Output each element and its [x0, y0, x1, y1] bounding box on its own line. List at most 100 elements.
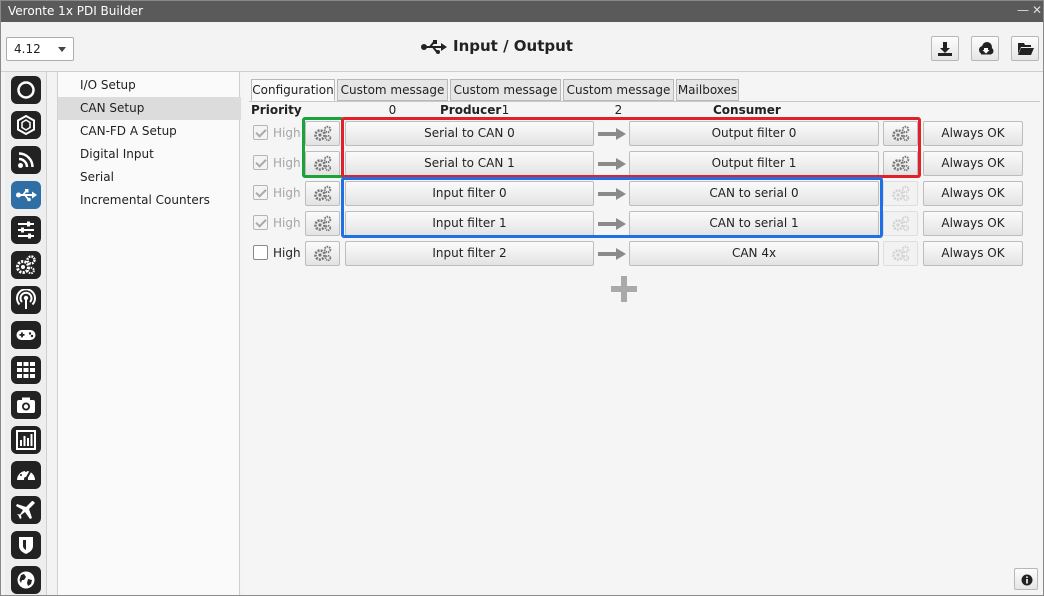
sidebar-button-gamepad[interactable]: [11, 321, 41, 349]
priority-checkbox[interactable]: [253, 125, 268, 140]
gear-icon: [892, 155, 910, 172]
menu-item-io-setup[interactable]: I/O Setup: [58, 74, 241, 97]
add-connection-button[interactable]: [611, 276, 637, 302]
gauge-icon: [17, 470, 35, 481]
sidebar-button-rss[interactable]: [11, 146, 41, 174]
tab-custom-message-2[interactable]: Custom message 2: [563, 79, 674, 117]
main-content: Configuration Custom message 0 Custom me…: [244, 72, 1043, 595]
hexagon-icon: [17, 114, 35, 136]
cloud-download-icon: [979, 42, 994, 55]
download-button[interactable]: [931, 36, 959, 61]
sidebar-button-settings[interactable]: [11, 251, 41, 279]
menu-item-can-fd-a-setup[interactable]: CAN-FD A Setup: [58, 120, 241, 143]
status-button[interactable]: Always OK: [923, 121, 1023, 146]
status-button[interactable]: Always OK: [923, 181, 1023, 206]
menu-item-serial[interactable]: Serial: [58, 166, 241, 189]
close-icon[interactable]: ✕: [1032, 3, 1042, 17]
status-button[interactable]: Always OK: [923, 151, 1023, 176]
sidebar-button-hexagon[interactable]: [11, 111, 41, 139]
arrow-right-icon: [598, 218, 626, 230]
status-button[interactable]: Always OK: [923, 211, 1023, 236]
producer-button[interactable]: Serial to CAN 1: [345, 151, 594, 176]
sidebar-button-grid[interactable]: [11, 356, 41, 384]
gear-icon: [892, 215, 910, 232]
sidebar-button-shield[interactable]: [11, 531, 41, 559]
gear-icon: [314, 215, 332, 232]
sidebar-button-gauge[interactable]: [11, 461, 41, 489]
consumer-button[interactable]: Output filter 0: [629, 121, 879, 146]
rss-icon: [18, 152, 34, 168]
producer-button[interactable]: Serial to CAN 0: [345, 121, 594, 146]
plane-icon: [16, 501, 35, 519]
consumer-button[interactable]: CAN 4x: [629, 241, 879, 266]
usb-icon: [421, 39, 447, 54]
minimize-icon[interactable]: —: [1017, 3, 1029, 17]
priority-checkbox[interactable]: [253, 185, 268, 200]
arrow-right-icon: [598, 248, 626, 260]
consumer-settings-button[interactable]: [883, 181, 918, 206]
cloud-download-button[interactable]: [971, 36, 999, 61]
producer-settings-button[interactable]: [305, 211, 340, 236]
gamepad-icon: [16, 330, 36, 340]
arrow-right-icon: [598, 188, 626, 200]
page-title: Input / Output: [421, 37, 573, 55]
sidebar-button-plane[interactable]: [11, 496, 41, 524]
sidebar-button-globe[interactable]: [11, 566, 41, 594]
grid-icon: [17, 362, 35, 378]
producer-settings-button[interactable]: [305, 151, 340, 176]
toolbar: 4.12 Input / Output: [1, 22, 1043, 72]
tab-mailboxes[interactable]: Mailboxes: [676, 79, 739, 101]
consumer-button[interactable]: Output filter 1: [629, 151, 879, 176]
gear-icon: [314, 185, 332, 202]
tab-custom-message-1[interactable]: Custom message 1: [450, 79, 561, 117]
consumer-button[interactable]: CAN to serial 1: [629, 211, 879, 236]
arrow-right-icon: [598, 128, 626, 140]
chart-icon: [16, 430, 36, 450]
priority-label: High: [273, 156, 301, 170]
priority-checkbox[interactable]: [253, 245, 268, 260]
menu-item-can-setup[interactable]: CAN Setup: [58, 97, 241, 120]
consumer-button[interactable]: CAN to serial 0: [629, 181, 879, 206]
globe-icon: [17, 571, 35, 589]
consumer-settings-button[interactable]: [883, 151, 918, 176]
status-button[interactable]: Always OK: [923, 241, 1023, 266]
sidebar-button-chart[interactable]: [11, 426, 41, 454]
consumer-header: Consumer: [713, 103, 781, 117]
download-icon: [938, 42, 952, 56]
info-button[interactable]: [1014, 568, 1038, 590]
sidebar-button-input-output[interactable]: [11, 181, 41, 209]
sidebar-button-antenna[interactable]: [11, 286, 41, 314]
producer-button[interactable]: Input filter 1: [345, 211, 594, 236]
priority-label: High: [273, 246, 301, 260]
menu-item-digital-input[interactable]: Digital Input: [58, 143, 241, 166]
gear-icon: [314, 155, 332, 172]
producer-settings-button[interactable]: [305, 181, 340, 206]
antenna-icon: [16, 289, 36, 309]
consumer-settings-button[interactable]: [883, 211, 918, 236]
priority-header: Priority: [251, 103, 302, 117]
priority-checkbox[interactable]: [253, 155, 268, 170]
info-icon: [1021, 574, 1033, 586]
window-title: Veronte 1x PDI Builder: [8, 4, 143, 18]
sidebar-button-camera[interactable]: [11, 391, 41, 419]
producer-settings-button[interactable]: [305, 241, 340, 266]
tab-custom-message-0[interactable]: Custom message 0: [337, 79, 448, 117]
section-menu: I/O Setup CAN Setup CAN-FD A Setup Digit…: [57, 72, 241, 595]
producer-settings-button[interactable]: [305, 121, 340, 146]
title-bar: Veronte 1x PDI Builder — ✕: [1, 1, 1043, 22]
priority-label: High: [273, 216, 301, 230]
priority-checkbox[interactable]: [253, 215, 268, 230]
producer-button[interactable]: Input filter 2: [345, 241, 594, 266]
sidebar-button-home[interactable]: [11, 76, 41, 104]
sliders-icon: [18, 221, 34, 239]
folder-open-icon: [1018, 43, 1034, 55]
menu-item-incremental-counters[interactable]: Incremental Counters: [58, 189, 241, 212]
version-select[interactable]: 4.12: [6, 37, 74, 61]
producer-button[interactable]: Input filter 0: [345, 181, 594, 206]
consumer-settings-button[interactable]: [883, 121, 918, 146]
sidebar-button-sliders[interactable]: [11, 216, 41, 244]
gears-icon: [16, 255, 36, 275]
tab-configuration[interactable]: Configuration: [251, 79, 335, 101]
open-folder-button[interactable]: [1011, 36, 1039, 61]
consumer-settings-button[interactable]: [883, 241, 918, 266]
